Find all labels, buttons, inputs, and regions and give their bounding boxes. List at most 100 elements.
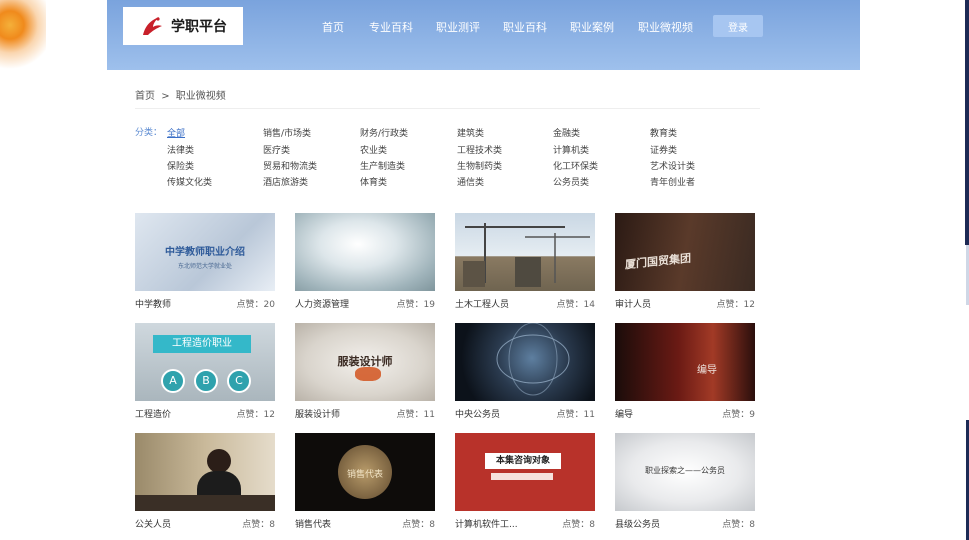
video-title[interactable]: 销售代表 — [295, 517, 331, 530]
video-thumbnail[interactable]: 销售代表 — [295, 433, 435, 511]
thumbnail-title: 厦门国贸集团 — [625, 251, 691, 272]
category-21[interactable]: 通信类 — [457, 175, 484, 188]
category-1[interactable]: 销售/市场类 — [263, 126, 311, 139]
thumbnail-title: 职业探索之——公务员 — [645, 466, 725, 475]
thumbnail-subbar — [491, 473, 553, 480]
video-card[interactable]: 公关人员 点赞：8 — [135, 433, 275, 531]
thumbnail-title: 编导 — [697, 365, 717, 376]
video-likes: 点赞：20 — [236, 300, 275, 310]
category-20[interactable]: 体育类 — [360, 175, 387, 188]
video-card[interactable]: 职业探索之——公务员 县级公务员 点赞：8 — [615, 433, 755, 531]
video-likes: 点赞：14 — [556, 300, 595, 310]
video-likes: 点赞：12 — [236, 410, 275, 420]
category-5[interactable]: 教育类 — [650, 126, 677, 139]
category-22[interactable]: 公务员类 — [553, 175, 589, 188]
category-3[interactable]: 建筑类 — [457, 126, 484, 139]
video-title[interactable]: 土木工程人员 — [455, 297, 509, 310]
video-thumbnail[interactable] — [295, 213, 435, 291]
category-16[interactable]: 化工环保类 — [553, 159, 598, 172]
video-card[interactable]: 厦门国贸集团 审计人员 点赞：12 — [615, 213, 755, 311]
category-13[interactable]: 贸易和物流类 — [263, 159, 317, 172]
breadcrumb-home[interactable]: 首页 — [135, 91, 155, 102]
nav-career-encyclopedia[interactable]: 职业百科 — [503, 19, 547, 35]
video-card[interactable]: 中学教师职业介绍 东北师范大学就业处 中学教师 点赞：20 — [135, 213, 275, 311]
video-likes: 点赞：8 — [242, 520, 275, 530]
video-thumbnail[interactable]: 职业探索之——公务员 — [615, 433, 755, 511]
thumbnail-splash — [355, 367, 381, 381]
breadcrumb-separator: > — [161, 91, 170, 102]
breadcrumb: 首页 > 职业微视频 — [135, 87, 226, 102]
nav-career-cases[interactable]: 职业案例 — [570, 19, 614, 35]
thumbnail-title-banner: 本集咨询对象 — [485, 453, 561, 469]
category-10[interactable]: 计算机类 — [553, 143, 589, 156]
nav-career-videos[interactable]: 职业微视频 — [638, 19, 693, 35]
login-button[interactable]: 登录 — [713, 15, 763, 37]
video-likes: 点赞：11 — [556, 410, 595, 420]
thumbnail-title-banner: 工程造价职业 — [153, 335, 251, 353]
video-likes: 点赞：8 — [722, 520, 755, 530]
category-18[interactable]: 传媒文化类 — [167, 175, 212, 188]
video-title[interactable]: 工程造价 — [135, 407, 171, 420]
category-9[interactable]: 工程技术类 — [457, 143, 502, 156]
video-thumbnail[interactable]: 服装设计师 — [295, 323, 435, 401]
video-card[interactable]: 中央公务员 点赞：11 — [455, 323, 595, 421]
category-17[interactable]: 艺术设计类 — [650, 159, 695, 172]
video-likes: 点赞：8 — [562, 520, 595, 530]
video-title[interactable]: 服装设计师 — [295, 407, 340, 420]
video-title[interactable]: 计算机软件工... — [455, 517, 518, 530]
video-title[interactable]: 人力资源管理 — [295, 297, 349, 310]
category-6[interactable]: 法律类 — [167, 143, 194, 156]
video-card[interactable]: 销售代表 销售代表 点赞：8 — [295, 433, 435, 531]
category-15[interactable]: 生物制药类 — [457, 159, 502, 172]
page-container: 学职平台 首页 专业百科 职业测评 职业百科 职业案例 职业微视频 登录 首页 … — [107, 0, 860, 540]
right-window-edge — [965, 0, 969, 245]
video-likes: 点赞：8 — [402, 520, 435, 530]
video-card[interactable]: 土木工程人员 点赞：14 — [455, 213, 595, 311]
thumbnail-person — [207, 449, 231, 473]
video-title[interactable]: 中央公务员 — [455, 407, 500, 420]
category-0[interactable]: 全部 — [167, 126, 185, 139]
category-19[interactable]: 酒店旅游类 — [263, 175, 308, 188]
section-divider — [135, 108, 760, 109]
category-7[interactable]: 医疗类 — [263, 143, 290, 156]
corner-decoration — [0, 0, 46, 70]
video-thumbnail[interactable] — [135, 433, 275, 511]
video-card[interactable]: 本集咨询对象 计算机软件工... 点赞：8 — [455, 433, 595, 531]
site-header: 学职平台 首页 专业百科 职业测评 职业百科 职业案例 职业微视频 登录 — [107, 0, 860, 70]
video-card[interactable]: 工程造价职业 A B C 工程造价 点赞：12 — [135, 323, 275, 421]
category-14[interactable]: 生产制造类 — [360, 159, 405, 172]
nav-home[interactable]: 首页 — [322, 19, 344, 35]
category-8[interactable]: 农业类 — [360, 143, 387, 156]
video-thumbnail[interactable]: 本集咨询对象 — [455, 433, 595, 511]
video-title[interactable]: 编导 — [615, 407, 633, 420]
video-thumbnail[interactable]: 工程造价职业 A B C — [135, 323, 275, 401]
thumbnail-title: 中学教师职业介绍 — [165, 247, 245, 258]
globe-rings-graphic — [496, 323, 570, 396]
video-title[interactable]: 县级公务员 — [615, 517, 660, 530]
video-thumbnail[interactable]: 中学教师职业介绍 东北师范大学就业处 — [135, 213, 275, 291]
category-4[interactable]: 金融类 — [553, 126, 580, 139]
category-12[interactable]: 保险类 — [167, 159, 194, 172]
video-thumbnail[interactable] — [455, 323, 595, 401]
video-thumbnail[interactable] — [455, 213, 595, 291]
category-11[interactable]: 证券类 — [650, 143, 677, 156]
video-card[interactable]: 服装设计师 服装设计师 点赞：11 — [295, 323, 435, 421]
video-card[interactable]: 编导 编导 点赞：9 — [615, 323, 755, 421]
breadcrumb-current: 职业微视频 — [175, 91, 226, 102]
video-title[interactable]: 公关人员 — [135, 517, 171, 530]
nav-major-encyclopedia[interactable]: 专业百科 — [369, 19, 413, 35]
category-23[interactable]: 青年创业者 — [650, 175, 695, 188]
video-card[interactable]: 人力资源管理 点赞：19 — [295, 213, 435, 311]
site-logo[interactable]: 学职平台 — [123, 7, 243, 45]
nav-career-assessment[interactable]: 职业测评 — [436, 19, 480, 35]
logo-text: 学职平台 — [171, 19, 227, 35]
video-title[interactable]: 审计人员 — [615, 297, 651, 310]
category-2[interactable]: 财务/行政类 — [360, 126, 408, 139]
video-thumbnail[interactable]: 厦门国贸集团 — [615, 213, 755, 291]
category-filter-label: 分类： — [135, 128, 163, 138]
thumbnail-subtitle: 东北师范大学就业处 — [177, 263, 232, 270]
video-thumbnail[interactable]: 编导 — [615, 323, 755, 401]
thumbnail-option-c: C — [227, 369, 251, 393]
thumbnail-option-b: B — [194, 369, 218, 393]
video-title[interactable]: 中学教师 — [135, 297, 171, 310]
